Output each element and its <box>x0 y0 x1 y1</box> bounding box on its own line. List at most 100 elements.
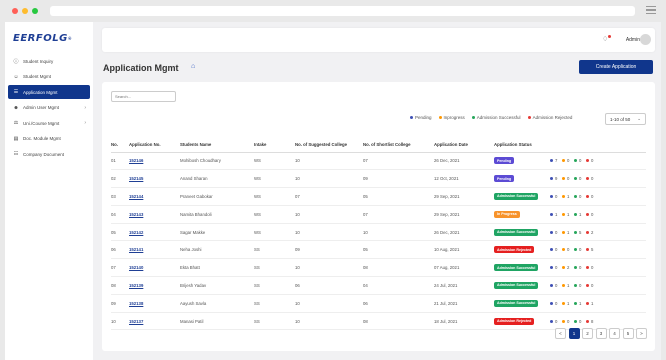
sidebar-item-label: Admin User Mgmt <box>23 105 60 110</box>
maximize-window-button[interactable] <box>32 8 38 14</box>
cell-no: 03 <box>111 187 129 206</box>
legend-label: Admission Successful <box>476 115 521 120</box>
cell-name: Praneet Gabokar <box>180 187 254 206</box>
status-count: 0 <box>574 176 586 181</box>
cell-intake: WS <box>254 187 295 206</box>
cell-date: 21 Jul, 2021 <box>434 294 494 313</box>
status-count: 0 <box>550 265 562 270</box>
status-count: 1 <box>574 301 586 306</box>
brand-logo-mark: ® <box>67 35 73 41</box>
status-count-value: 0 <box>579 282 582 288</box>
table-row[interactable]: 01 152146 Mohibosh Choudhary WS 10 07 26 Dec, … <box>111 152 646 171</box>
status-dot-icon <box>574 194 577 198</box>
rows-per-page-value: 1-10 of 50 <box>610 116 631 122</box>
address-bar[interactable] <box>50 6 635 16</box>
company-document-icon: ☷ <box>13 151 19 157</box>
cell-date: 18 Jul, 2021 <box>434 312 494 331</box>
application-number-link[interactable]: 152144 <box>129 187 180 206</box>
page-2-button[interactable]: 2 <box>582 328 593 339</box>
page-4-button[interactable]: 4 <box>609 328 620 339</box>
status-dot-icon <box>550 230 553 234</box>
minimize-window-button[interactable] <box>22 8 28 14</box>
sidebar-item-label: Student Inquiry <box>23 58 54 64</box>
application-number-link[interactable]: 152146 <box>129 152 180 171</box>
status-count-value: 0 <box>579 158 582 164</box>
table-row[interactable]: 09 152138 Aayush Savla SS 10 06 21 Jul, 2021 Ad… <box>111 294 646 313</box>
rows-per-page-select[interactable]: 1-10 of 50 ⌄ <box>605 113 646 125</box>
cell-name: Mohibosh Choudhary <box>180 152 254 171</box>
close-window-button[interactable] <box>12 8 18 14</box>
app-root: EERFOLG ® ⓘ Student Inquiry ☺ Student Mgmt ☰ A… <box>5 22 661 360</box>
application-number-link[interactable]: 152142 <box>129 223 180 242</box>
status-count: 0 <box>586 176 598 181</box>
table-row[interactable]: 04 152143 Namita Bhandoli WS 10 07 29 Sep, 202… <box>111 205 646 224</box>
cell-shortlist: 07 <box>363 205 434 224</box>
table-row[interactable]: 03 152144 Praneet Gabokar WS 07 05 29 Sep, 202… <box>111 187 646 206</box>
sidebar-item-student-inquiry[interactable]: ⓘ Student Inquiry <box>8 54 90 68</box>
status-count-value: 5 <box>591 247 594 253</box>
cell-status-counts: 9 0 0 0 <box>550 169 646 189</box>
column-header: No. <box>111 138 129 153</box>
browser-menu-icon[interactable] <box>646 6 656 14</box>
cell-shortlist: 06 <box>363 294 434 313</box>
cell-suggested: 10 <box>295 152 363 171</box>
page-1-button[interactable]: 1 <box>568 328 580 339</box>
table-row[interactable]: 08 152139 Brijesh Yadav SS 06 04 24 Jul, 2021 A… <box>111 276 646 295</box>
table-row[interactable]: 06 152141 Neha Joshi SS 09 05 10 Aug, 2021 Admi… <box>111 240 646 260</box>
status-badge: Admission Rejected <box>494 317 535 325</box>
application-number-link[interactable]: 152143 <box>129 205 180 224</box>
home-icon[interactable]: ⌂ <box>191 63 199 71</box>
page-5-button[interactable]: 5 <box>622 328 634 339</box>
application-number-link[interactable]: 152140 <box>129 258 180 278</box>
brand-logo[interactable]: EERFOLG ® <box>13 30 93 46</box>
status-count: 0 <box>574 247 586 252</box>
status-legend: Pending Inprogress Admission Successful Adm… <box>410 115 579 120</box>
status-count: 0 <box>586 265 598 270</box>
table-row[interactable]: 07 152140 Ekta Bhatt SS 10 08 07 Aug, 2021 Admi… <box>111 258 646 278</box>
cell-no: 08 <box>111 276 129 295</box>
cell-suggested: 07 <box>295 187 363 206</box>
legend-item: Pending <box>410 115 432 120</box>
cell-status: Admission Successful <box>494 294 550 313</box>
application-number-link[interactable]: 152139 <box>129 276 180 295</box>
status-count: 1 <box>574 212 586 217</box>
cell-no: 02 <box>111 169 129 189</box>
status-count-value: 0 <box>555 193 558 199</box>
search-input[interactable] <box>111 91 176 102</box>
sidebar-item-student-mgmt[interactable]: ☺ Student Mgmt <box>8 70 90 84</box>
status-dot-icon <box>562 301 565 305</box>
application-number-link[interactable]: 152138 <box>129 294 180 313</box>
sidebar-item-admin-user-mgmt[interactable]: ☻ Admin User Mgmt › <box>8 101 90 115</box>
column-header: Students Name <box>180 138 254 153</box>
application-number-link[interactable]: 152145 <box>129 169 180 189</box>
page-3-button[interactable]: 3 <box>595 328 607 339</box>
next-page-button[interactable]: > <box>636 328 647 339</box>
table-row[interactable]: 02 152145 Anand Sharan WS 10 09 12 Oct, 2021 Pe… <box>111 169 646 189</box>
status-dot-icon <box>550 266 553 270</box>
status-count: 0 <box>562 176 574 181</box>
status-count: 0 <box>562 247 574 252</box>
status-count: 0 <box>574 265 586 270</box>
sidebar-item-company-document[interactable]: ☷ Company Document <box>8 147 90 161</box>
status-dot-icon <box>586 248 589 252</box>
sidebar-item-application-mgmt[interactable]: ☰ Application Mgmt <box>8 85 90 99</box>
legend-item: Inprogress <box>438 115 465 120</box>
status-count: 9 <box>550 176 562 181</box>
status-count-value: 1 <box>567 211 570 217</box>
status-dot-icon <box>586 319 589 323</box>
notification-bell-icon[interactable]: ♢ <box>602 35 611 44</box>
status-count-value: 1 <box>555 211 558 217</box>
status-count: 1 <box>562 194 574 199</box>
cell-shortlist: 09 <box>363 169 434 189</box>
create-application-button[interactable]: Create Application <box>579 60 653 74</box>
application-number-link[interactable]: 152141 <box>129 240 180 260</box>
sidebar-item-uni-course-mgmt[interactable]: ⚖ Uni./Course Mgmt › <box>8 116 90 130</box>
table-row[interactable]: 05 152142 Sagar Makke WS 10 10 26 Dec, 2021 Adm… <box>111 223 646 242</box>
cell-intake: WS <box>254 205 295 224</box>
avatar[interactable] <box>640 34 651 45</box>
status-dot-icon <box>586 266 589 270</box>
user-name[interactable]: Admin <box>626 37 640 43</box>
sidebar-item-doc-module-mgmt[interactable]: ▤ Doc. Module Mgmt <box>8 132 90 146</box>
prev-page-button[interactable]: < <box>555 328 566 339</box>
application-number-link[interactable]: 152137 <box>129 312 180 331</box>
